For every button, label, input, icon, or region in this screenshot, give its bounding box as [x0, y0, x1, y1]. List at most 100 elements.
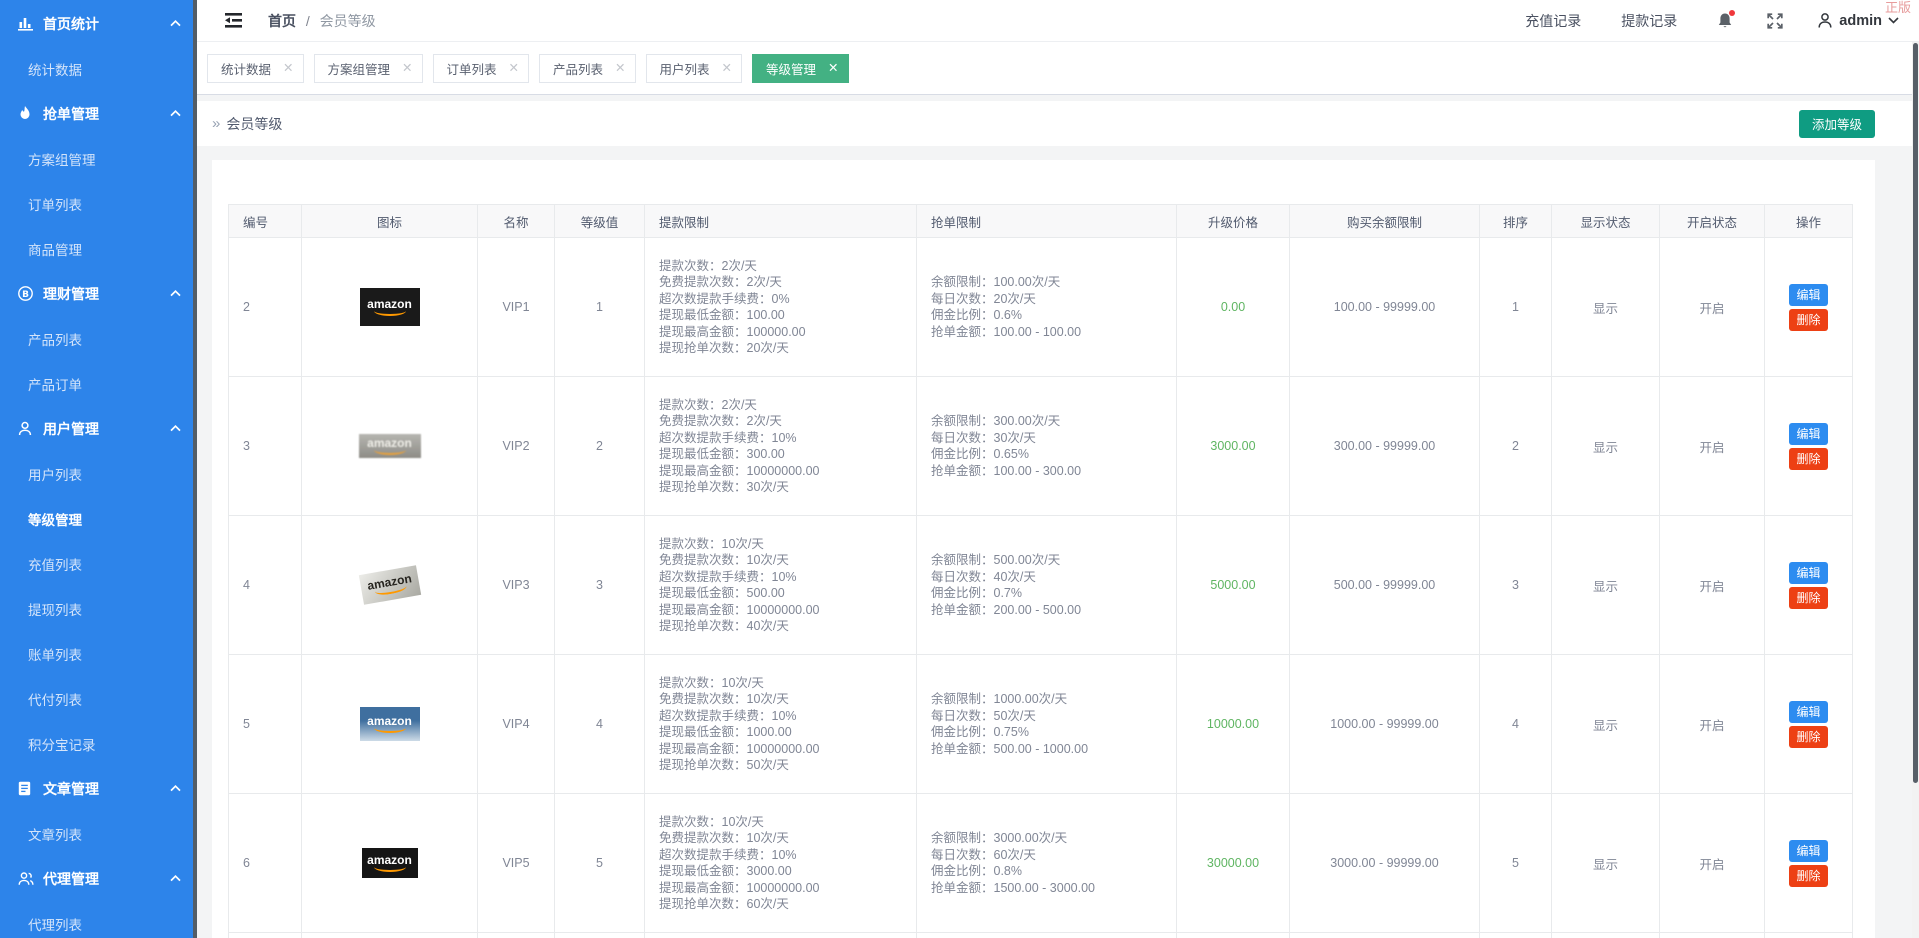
add-level-button[interactable]: 添加等级 — [1798, 109, 1875, 138]
table-row: 4 amazon VIP3 3 提款次数：10次/天 免费提款次数：10次/天 超次数提款手… — [228, 515, 1853, 655]
sort-cell: 1 — [1479, 237, 1552, 377]
withdraw-limit-line: 超次数提款手续费：0% — [659, 291, 790, 306]
delete-button[interactable]: 删除 — [1789, 864, 1828, 887]
sidebar-section-1[interactable]: 抢单管理 — [0, 91, 197, 136]
level-value-cell: 3 — [554, 515, 645, 655]
actions-cell: 编辑 删除 — [1764, 793, 1853, 933]
sidebar-item[interactable]: 账单列表 — [0, 631, 197, 676]
open-status-cell: 开启 — [1659, 793, 1765, 933]
grab-limit-line: 每日次数：40次/天 — [931, 569, 1036, 584]
sidebar-item[interactable]: 代付列表 — [0, 676, 197, 721]
collapse-sidebar-icon[interactable] — [225, 13, 242, 28]
display-status-cell: 显示 — [1551, 515, 1660, 655]
sidebar-section-3[interactable]: 用户管理 — [0, 406, 197, 451]
tab-3[interactable]: 产品列表 ✕ — [539, 54, 636, 83]
sidebar-item[interactable]: 产品列表 — [0, 316, 197, 361]
withdraw-limit-line: 免费提款次数：2次/天 — [659, 275, 782, 289]
fullscreen-icon[interactable] — [1767, 12, 1783, 29]
level-id-cell: 4 — [228, 515, 302, 655]
edit-button[interactable]: 编辑 — [1789, 561, 1828, 584]
column-header: 提款限制 — [644, 204, 917, 238]
agent-icon — [18, 871, 35, 887]
level-value-cell: 1 — [554, 237, 645, 377]
recharge-records-link[interactable]: 充值记录 — [1525, 11, 1581, 31]
delete-button[interactable]: 删除 — [1789, 308, 1828, 331]
tab-close-icon[interactable]: ✕ — [509, 62, 519, 75]
amazon-logo-image: amazon — [359, 707, 420, 741]
tab-close-icon[interactable]: ✕ — [722, 62, 732, 75]
article-icon — [18, 781, 35, 797]
tab-5-active[interactable]: 等级管理 ✕ — [752, 54, 849, 83]
tab-label: 方案组管理 — [327, 63, 391, 77]
sidebar-item[interactable]: 文章列表 — [0, 811, 197, 856]
edit-button[interactable]: 编辑 — [1789, 422, 1828, 445]
amazon-logo-image: amazon — [358, 565, 421, 605]
chart-icon — [18, 16, 35, 32]
edit-button[interactable]: 编辑 — [1789, 700, 1828, 723]
sidebar-section-4[interactable]: 文章管理 — [0, 766, 197, 811]
sidebar-item[interactable]: 统计数据 — [0, 46, 197, 91]
delete-button[interactable]: 删除 — [1789, 586, 1828, 609]
table-row: 3 amazon VIP2 2 提款次数：2次/天 免费提款次数：2次/天 超次数提款手续费… — [228, 376, 1853, 516]
empty-cell — [916, 932, 1177, 938]
actions-cell: 编辑 删除 — [1764, 376, 1853, 516]
withdraw-limit-line: 免费提款次数：10次/天 — [659, 831, 789, 845]
page-scrollbar-thumb[interactable] — [1913, 43, 1918, 783]
withdraw-limit-line: 超次数提款手续费：10% — [659, 708, 797, 723]
amazon-smile-icon — [373, 311, 406, 316]
sidebar-section-5[interactable]: 代理管理 — [0, 856, 197, 901]
sidebar-item[interactable]: 商品管理 — [0, 226, 197, 271]
grab-limit-line: 佣金比例：0.6% — [931, 308, 1022, 322]
tab-label: 订单列表 — [446, 63, 497, 77]
withdraw-limit-line: 提现最高金额：10000000.00 — [659, 463, 820, 478]
svg-text:B: B — [22, 290, 29, 300]
sidebar-item-active[interactable]: 等级管理 — [0, 496, 197, 541]
sidebar-item[interactable]: 代理列表 — [0, 901, 197, 938]
tab-label: 产品列表 — [553, 63, 604, 77]
tab-close-icon[interactable]: ✕ — [615, 62, 625, 75]
sidebar-item[interactable]: 方案组管理 — [0, 136, 197, 181]
grab-limit-line: 余额限制：3000.00次/天 — [931, 831, 1068, 845]
amazon-logo-text: amazon — [367, 853, 412, 867]
tab-close-icon[interactable]: ✕ — [828, 62, 838, 75]
withdraw-limits-cell: 提款次数：2次/天 免费提款次数：2次/天 超次数提款手续费：10% 提现最低金额：3… — [644, 376, 917, 516]
delete-button[interactable]: 删除 — [1789, 447, 1828, 470]
sidebar-section-2[interactable]: B 理财管理 — [0, 271, 197, 316]
tab-close-icon[interactable]: ✕ — [402, 62, 412, 75]
sidebar-section-label: 用户管理 — [43, 420, 99, 437]
withdraw-limit-line: 提现抢单次数：40次/天 — [659, 619, 789, 633]
withdraw-records-link[interactable]: 提款记录 — [1621, 11, 1677, 31]
withdraw-limit-line: 提现抢单次数：50次/天 — [659, 758, 789, 772]
edit-button[interactable]: 编辑 — [1789, 839, 1828, 862]
column-header: 图标 — [301, 204, 478, 238]
sidebar-item[interactable]: 产品订单 — [0, 361, 197, 406]
sidebar-item[interactable]: 用户列表 — [0, 451, 197, 496]
edit-button[interactable]: 编辑 — [1789, 283, 1828, 306]
level-icon-cell: amazon — [301, 793, 478, 933]
delete-button[interactable]: 删除 — [1789, 725, 1828, 748]
table-card: 编号 图标 名称 等级值 提款限制 抢单限制 升级价格 购买余额限制 排序 显示状态 开启状态 操作 … — [212, 160, 1875, 938]
withdraw-limit-line: 提现抢单次数：30次/天 — [659, 480, 789, 494]
tab-1[interactable]: 方案组管理 ✕ — [313, 54, 423, 83]
breadcrumb-home[interactable]: 首页 — [268, 13, 296, 29]
sidebar-item[interactable]: 积分宝记录 — [0, 721, 197, 766]
sidebar-section-0[interactable]: 首页统计 — [0, 1, 197, 46]
sidebar-scrollbar[interactable] — [193, 0, 197, 938]
sort-cell: 2 — [1479, 376, 1552, 516]
bell-icon[interactable] — [1717, 10, 1736, 29]
table-row: 5 amazon VIP4 4 提款次数：10次/天 免费提款次数：10次/天 超次数提款手… — [228, 654, 1853, 794]
tab-close-icon[interactable]: ✕ — [283, 62, 293, 75]
upgrade-price-cell: 10000.00 — [1176, 654, 1290, 794]
sidebar-item[interactable]: 订单列表 — [0, 181, 197, 226]
page-scrollbar[interactable] — [1912, 42, 1919, 938]
page-title: 会员等级 — [226, 115, 283, 132]
withdraw-limit-line: 超次数提款手续费：10% — [659, 430, 797, 445]
tab-2[interactable]: 订单列表 ✕ — [432, 54, 529, 83]
sidebar-item[interactable]: 提现列表 — [0, 586, 197, 631]
sidebar-item[interactable]: 充值列表 — [0, 541, 197, 586]
tab-label: 用户列表 — [659, 63, 710, 77]
tab-4[interactable]: 用户列表 ✕ — [645, 54, 742, 83]
grab-limit-line: 抢单金额：500.00 - 1000.00 — [931, 741, 1089, 756]
sort-cell: 4 — [1479, 654, 1552, 794]
tab-0[interactable]: 统计数据 ✕ — [207, 54, 304, 83]
